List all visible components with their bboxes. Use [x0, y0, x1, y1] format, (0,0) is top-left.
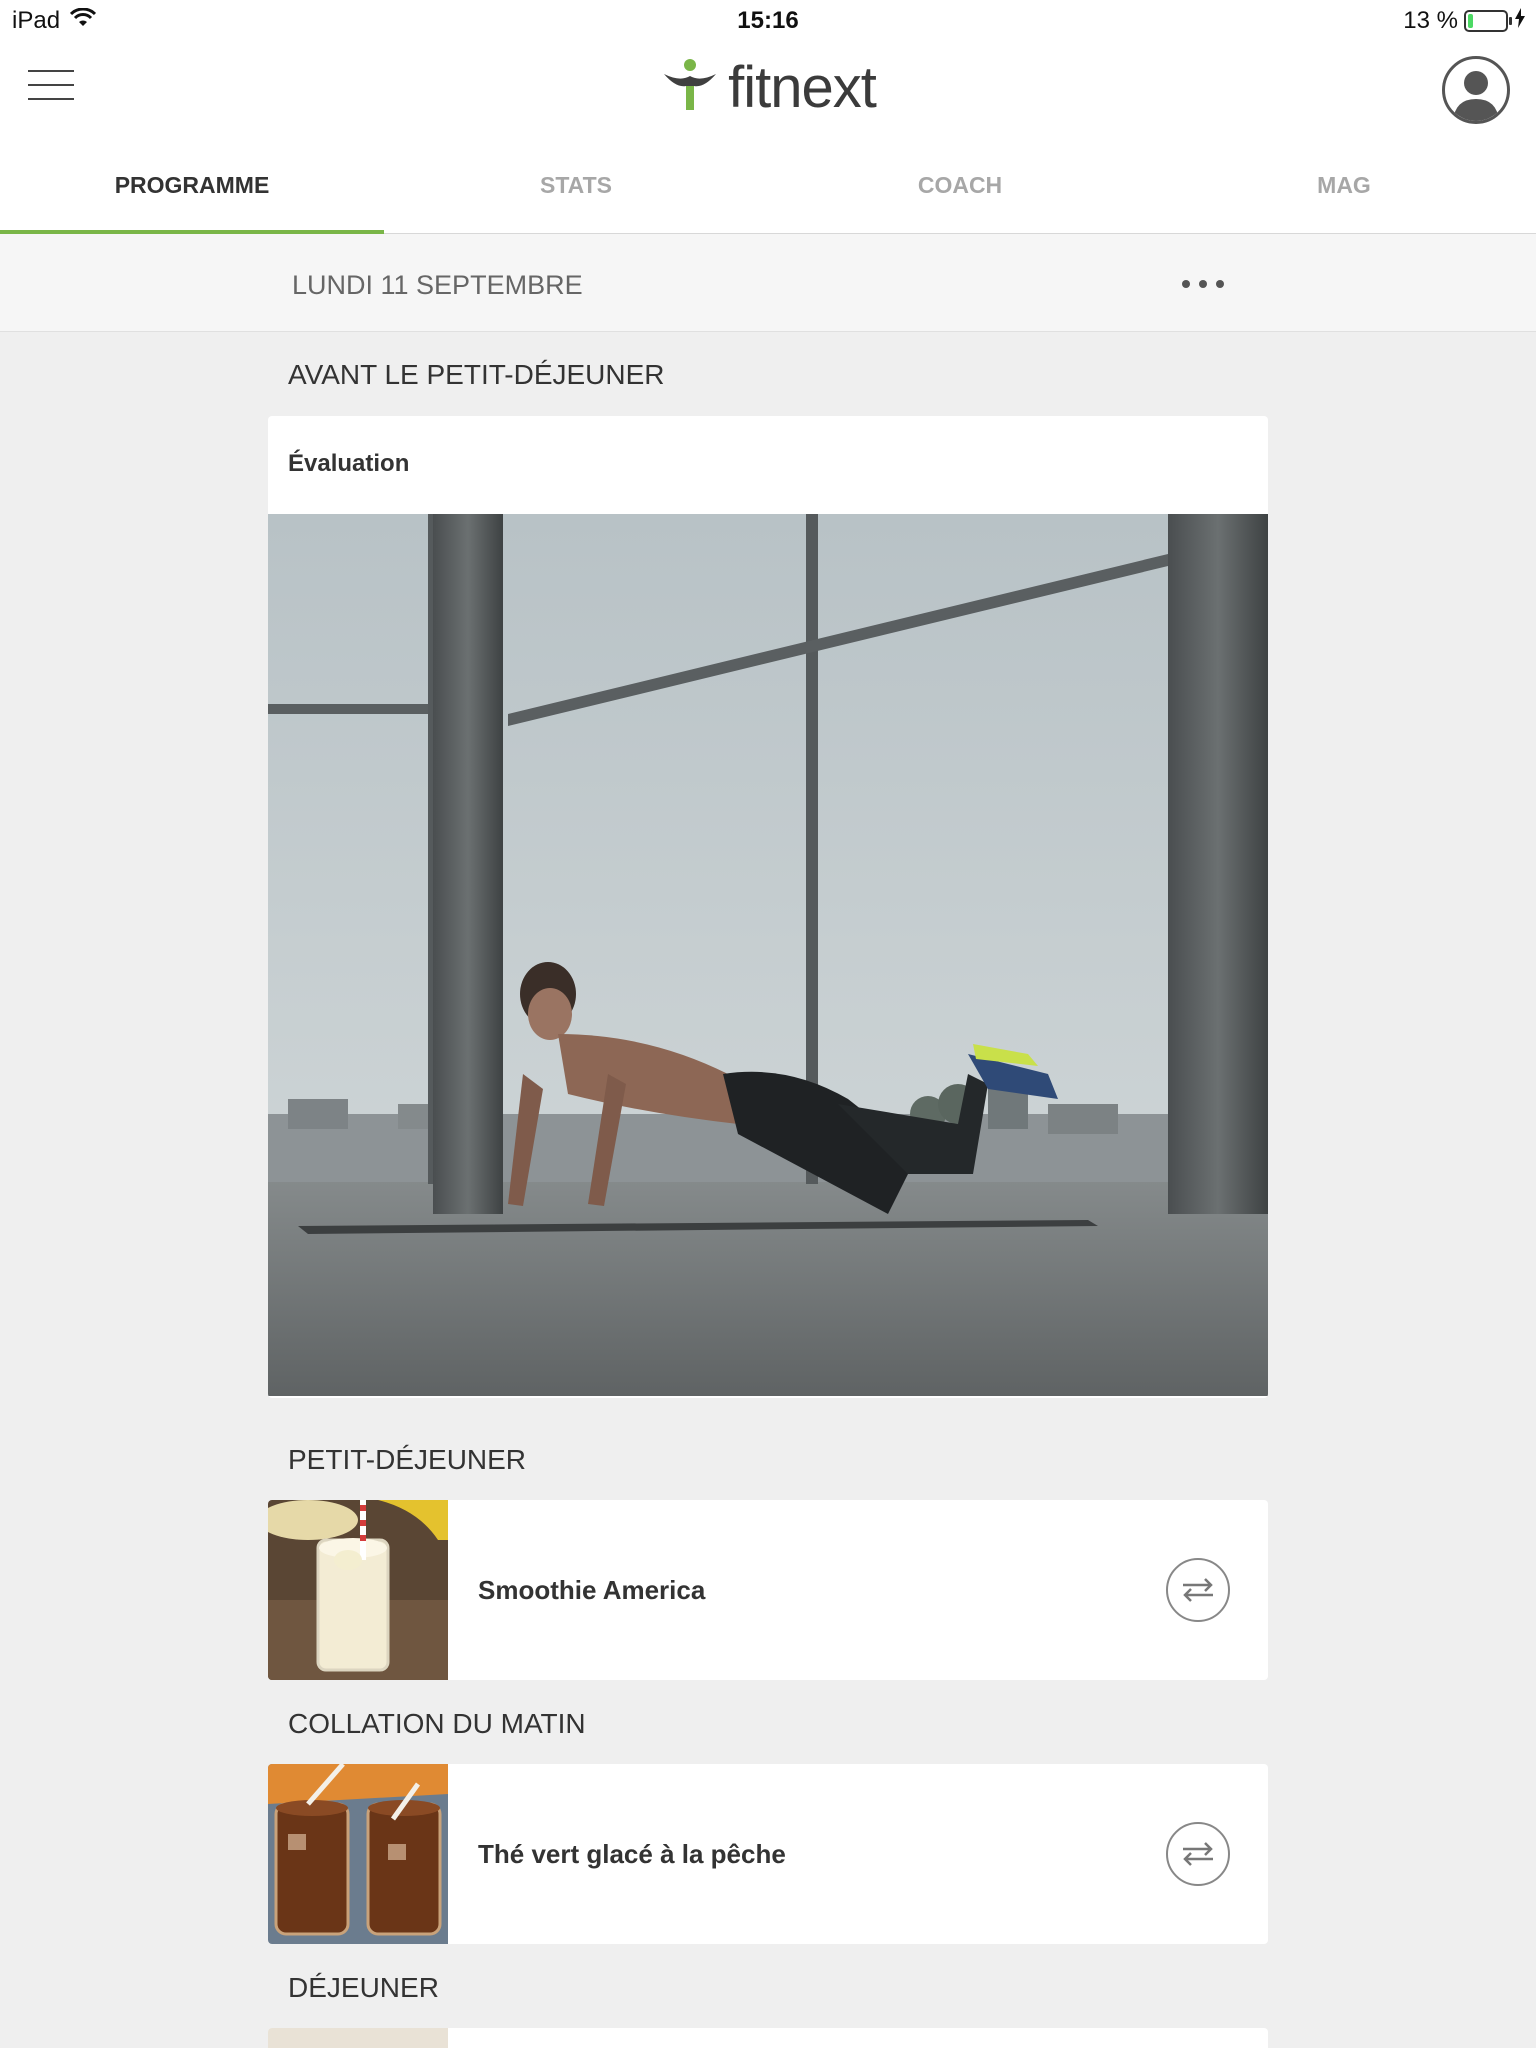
- meal-card-lunch[interactable]: [268, 2028, 1268, 2048]
- lunch-photo: [268, 2028, 448, 2048]
- workout-title: Évaluation: [288, 450, 410, 477]
- push-up-photo: [268, 514, 1268, 1396]
- swap-icon[interactable]: [1166, 1558, 1230, 1622]
- tab-coach[interactable]: COACH: [768, 140, 1152, 233]
- meal-card-breakfast[interactable]: Smoothie America: [268, 1500, 1268, 1680]
- more-options-icon[interactable]: [1182, 280, 1224, 288]
- main-tabs: PROGRAMME STATS COACH MAG: [0, 140, 1536, 234]
- workout-card[interactable]: Évaluation: [268, 416, 1268, 1398]
- swap-icon[interactable]: [1166, 1822, 1230, 1886]
- iced-tea-photo: [268, 1764, 448, 1944]
- status-bar: iPad 15:16 13 %: [0, 0, 1536, 40]
- battery-level: [1468, 14, 1473, 28]
- tab-stats[interactable]: STATS: [384, 140, 768, 233]
- banana-smoothie-photo: [268, 1500, 448, 1680]
- meal-name-morning-snack: Thé vert glacé à la pêche: [478, 1838, 786, 1869]
- meal-name-breakfast: Smoothie America: [478, 1574, 706, 1605]
- profile-avatar-icon[interactable]: [1442, 56, 1510, 124]
- logo: fitnext: [0, 58, 1536, 117]
- tab-mag[interactable]: MAG: [1152, 140, 1536, 233]
- battery-icon: [1464, 10, 1512, 32]
- date-label: LUNDI 11 SEPTEMBRE: [292, 270, 583, 300]
- section-title-morning-snack: COLLATION DU MATIN: [288, 1708, 586, 1739]
- logo-figure-icon: [660, 58, 718, 117]
- section-title-before-breakfast: AVANT LE PETIT-DÉJEUNER: [288, 359, 665, 390]
- section-title-breakfast: PETIT-DÉJEUNER: [288, 1444, 527, 1475]
- status-right: 13 %: [1403, 7, 1526, 35]
- section-title-lunch: DÉJEUNER: [288, 1972, 439, 2003]
- tab-programme[interactable]: PROGRAMME: [0, 140, 384, 234]
- meal-card-morning-snack[interactable]: Thé vert glacé à la pêche: [268, 1764, 1268, 1944]
- status-time: 15:16: [737, 7, 799, 34]
- logo-text: fitnext: [728, 54, 877, 120]
- date-bar: LUNDI 11 SEPTEMBRE: [0, 234, 1536, 332]
- charging-icon: [1514, 7, 1526, 35]
- app-header: fitnext: [0, 40, 1536, 140]
- battery-percent: 13 %: [1403, 7, 1458, 34]
